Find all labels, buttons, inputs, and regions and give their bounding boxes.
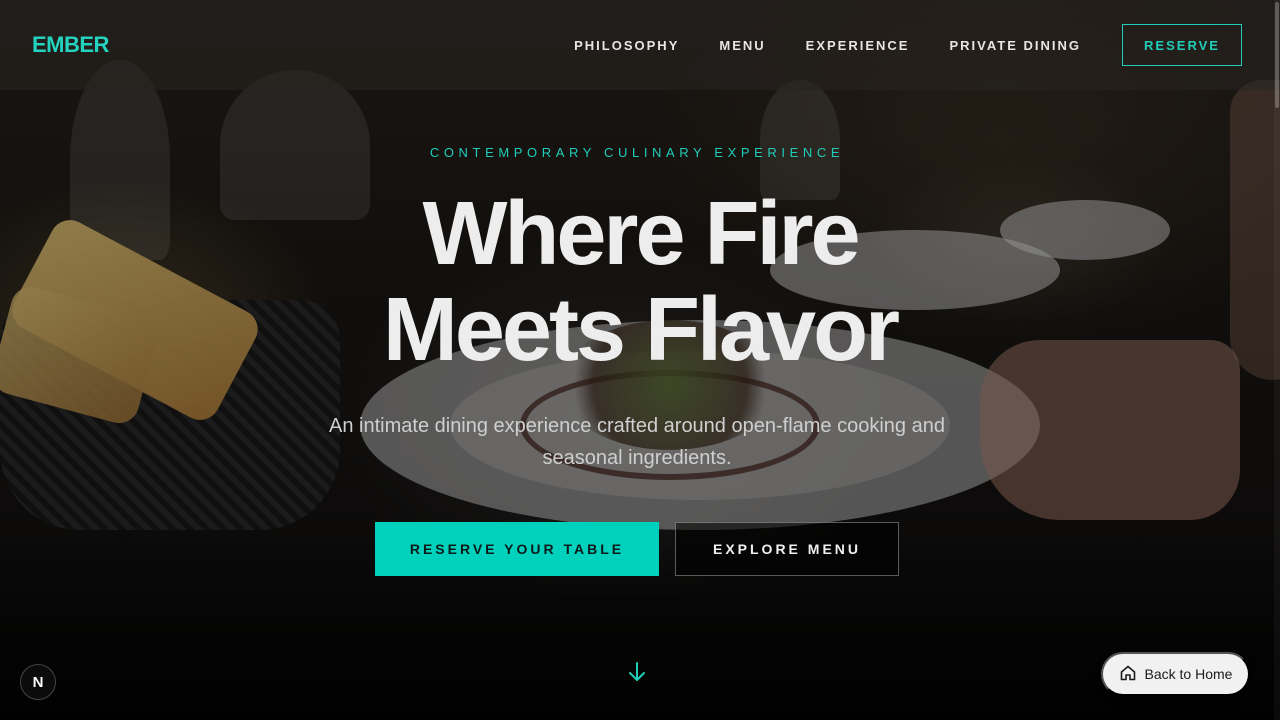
hero-eyebrow: CONTEMPORARY CULINARY EXPERIENCE <box>429 145 845 160</box>
hero-headline-line-2: Meets Flavor <box>382 280 900 380</box>
hero-headline-line-1: Where Fire <box>422 184 860 284</box>
back-to-home-button[interactable]: Back to Home <box>1101 652 1250 696</box>
home-icon <box>1119 664 1137 685</box>
hero-subtext: An intimate dining experience crafted ar… <box>329 415 945 469</box>
page-scrollbar[interactable] <box>1274 0 1280 720</box>
explore-menu-button[interactable]: EXPLORE MENU <box>675 522 899 576</box>
reserve-table-button[interactable]: RESERVE YOUR TABLE <box>375 522 659 576</box>
dev-tools-badge[interactable]: N <box>20 664 56 700</box>
scrollbar-thumb[interactable] <box>1275 2 1279 108</box>
hero-section: CONTEMPORARY CULINARY EXPERIENCE Where F… <box>0 0 1280 720</box>
back-to-home-label: Back to Home <box>1144 666 1233 682</box>
arrow-down-icon[interactable] <box>626 660 648 684</box>
hero-headline: Where Fire Meets Flavor <box>0 186 1280 378</box>
